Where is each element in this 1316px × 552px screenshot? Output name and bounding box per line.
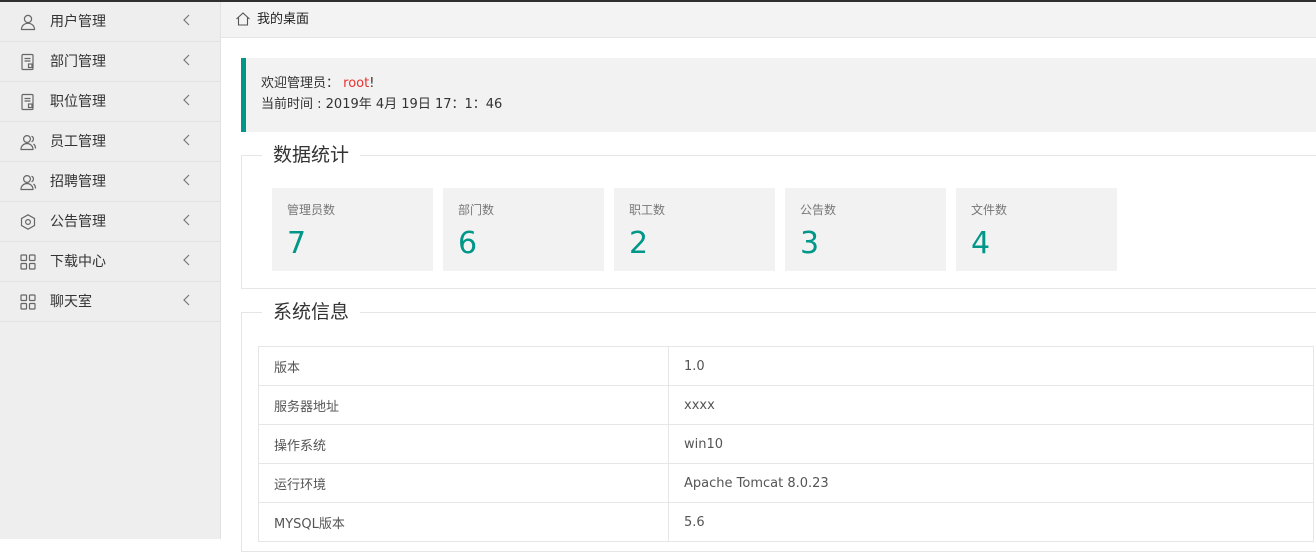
- sidebar-item-label: 部门管理: [50, 54, 106, 70]
- sidebar-item-label: 职位管理: [50, 94, 106, 110]
- stat-value: 4: [971, 226, 991, 261]
- table-row: 运行环境 Apache Tomcat 8.0.23: [258, 463, 1314, 503]
- sidebar-item-label: 下载中心: [50, 254, 106, 270]
- sidebar-item-label: 用户管理: [50, 14, 106, 30]
- sidebar-item-employee-management[interactable]: 员工管理: [0, 122, 220, 162]
- welcome-panel: 欢迎管理员： root! 当前时间 : 2019年 4月 19日 17：1：46: [241, 58, 1316, 132]
- stat-label: 职工数: [629, 203, 666, 217]
- info-value: xxxx: [668, 385, 1314, 425]
- info-value: win10: [668, 424, 1314, 464]
- table-row: MYSQL版本 5.6: [258, 502, 1314, 542]
- info-value: Apache Tomcat 8.0.23: [668, 463, 1314, 503]
- grid-icon: [20, 294, 36, 310]
- sidebar-item-position-management[interactable]: 职位管理: [0, 82, 220, 122]
- breadcrumb-title[interactable]: 我的桌面: [257, 11, 309, 29]
- stat-card-notices[interactable]: 公告数 3: [785, 188, 946, 271]
- sidebar-item-label: 招聘管理: [50, 174, 106, 190]
- table-row: 版本 1.0: [258, 346, 1314, 386]
- stat-label: 管理员数: [287, 203, 336, 217]
- chevron-left-icon: [183, 294, 190, 306]
- sidebar-item-label: 聊天室: [50, 294, 92, 310]
- stat-card-departments[interactable]: 部门数 6: [443, 188, 604, 271]
- sidebar-item-notice-management[interactable]: 公告管理: [0, 202, 220, 242]
- sidebar-item-download-center[interactable]: 下载中心: [0, 242, 220, 282]
- home-icon[interactable]: [235, 11, 251, 27]
- info-key: 操作系统: [258, 424, 669, 464]
- stat-value: 2: [629, 226, 649, 261]
- stat-card-files[interactable]: 文件数 4: [956, 188, 1117, 271]
- welcome-greeting: 欢迎管理员：: [261, 76, 340, 91]
- chevron-left-icon: [183, 94, 190, 106]
- sidebar-item-label: 公告管理: [50, 214, 106, 230]
- grid-icon: [20, 254, 36, 270]
- breadcrumb: 我的桌面: [221, 2, 1316, 38]
- sidebar-item-department-management[interactable]: 部门管理: [0, 42, 220, 82]
- stat-value: 6: [458, 226, 478, 261]
- welcome-exclaim: !: [369, 76, 375, 91]
- chevron-left-icon: [183, 254, 190, 266]
- document-icon: [21, 53, 34, 71]
- table-row: 服务器地址 xxxx: [258, 385, 1314, 425]
- info-key: 运行环境: [258, 463, 669, 503]
- chevron-left-icon: [183, 134, 190, 146]
- welcome-line: 欢迎管理员： root!: [261, 74, 374, 94]
- chevron-left-icon: [183, 14, 190, 26]
- stat-label: 部门数: [458, 203, 495, 217]
- sidebar-item-user-management[interactable]: 用户管理: [0, 2, 220, 42]
- users-icon: [20, 134, 37, 151]
- user-icon: [20, 14, 36, 31]
- sidebar: 用户管理 部门管理 职位管理 员工管理 招聘管理 公告管理 下载中心 聊天室: [0, 2, 221, 539]
- info-key: 版本: [258, 346, 669, 386]
- stats-legend: 数据统计: [262, 142, 361, 168]
- sidebar-item-recruitment-management[interactable]: 招聘管理: [0, 162, 220, 202]
- users-icon: [20, 174, 37, 191]
- stats-section: 数据统计 管理员数 7 部门数 6 职工数 2 公告数 3 文件数 4: [241, 142, 1316, 289]
- stat-value: 7: [287, 226, 307, 261]
- info-value: 5.6: [668, 502, 1314, 542]
- info-value: 1.0: [668, 346, 1314, 386]
- time-value: 2019年 4月 19日 17：1：46: [325, 97, 503, 112]
- stat-label: 文件数: [971, 203, 1008, 217]
- table-row: 操作系统 win10: [258, 424, 1314, 464]
- stat-value: 3: [800, 226, 820, 261]
- sidebar-item-label: 员工管理: [50, 134, 106, 150]
- notice-icon: [20, 214, 36, 230]
- chevron-left-icon: [183, 54, 190, 66]
- info-key: MYSQL版本: [258, 502, 669, 542]
- info-key: 服务器地址: [258, 385, 669, 425]
- username: root: [343, 76, 370, 91]
- chevron-left-icon: [183, 174, 190, 186]
- time-label: 当前时间 :: [261, 97, 326, 112]
- system-info-section: 系统信息 版本 1.0 服务器地址 xxxx 操作系统 win10 运行环境 A…: [241, 299, 1316, 552]
- system-info-table: 版本 1.0 服务器地址 xxxx 操作系统 win10 运行环境 Apache…: [258, 346, 1314, 542]
- stat-label: 公告数: [800, 203, 837, 217]
- document-icon: [21, 93, 34, 111]
- stat-card-admins[interactable]: 管理员数 7: [272, 188, 433, 271]
- chevron-left-icon: [183, 214, 190, 226]
- sidebar-item-chat-room[interactable]: 聊天室: [0, 282, 220, 322]
- main-content: 我的桌面 欢迎管理员： root! 当前时间 : 2019年 4月 19日 17…: [221, 2, 1316, 552]
- system-legend: 系统信息: [262, 299, 361, 325]
- current-time-line: 当前时间 : 2019年 4月 19日 17：1：46: [261, 95, 502, 115]
- stat-card-employees[interactable]: 职工数 2: [614, 188, 775, 271]
